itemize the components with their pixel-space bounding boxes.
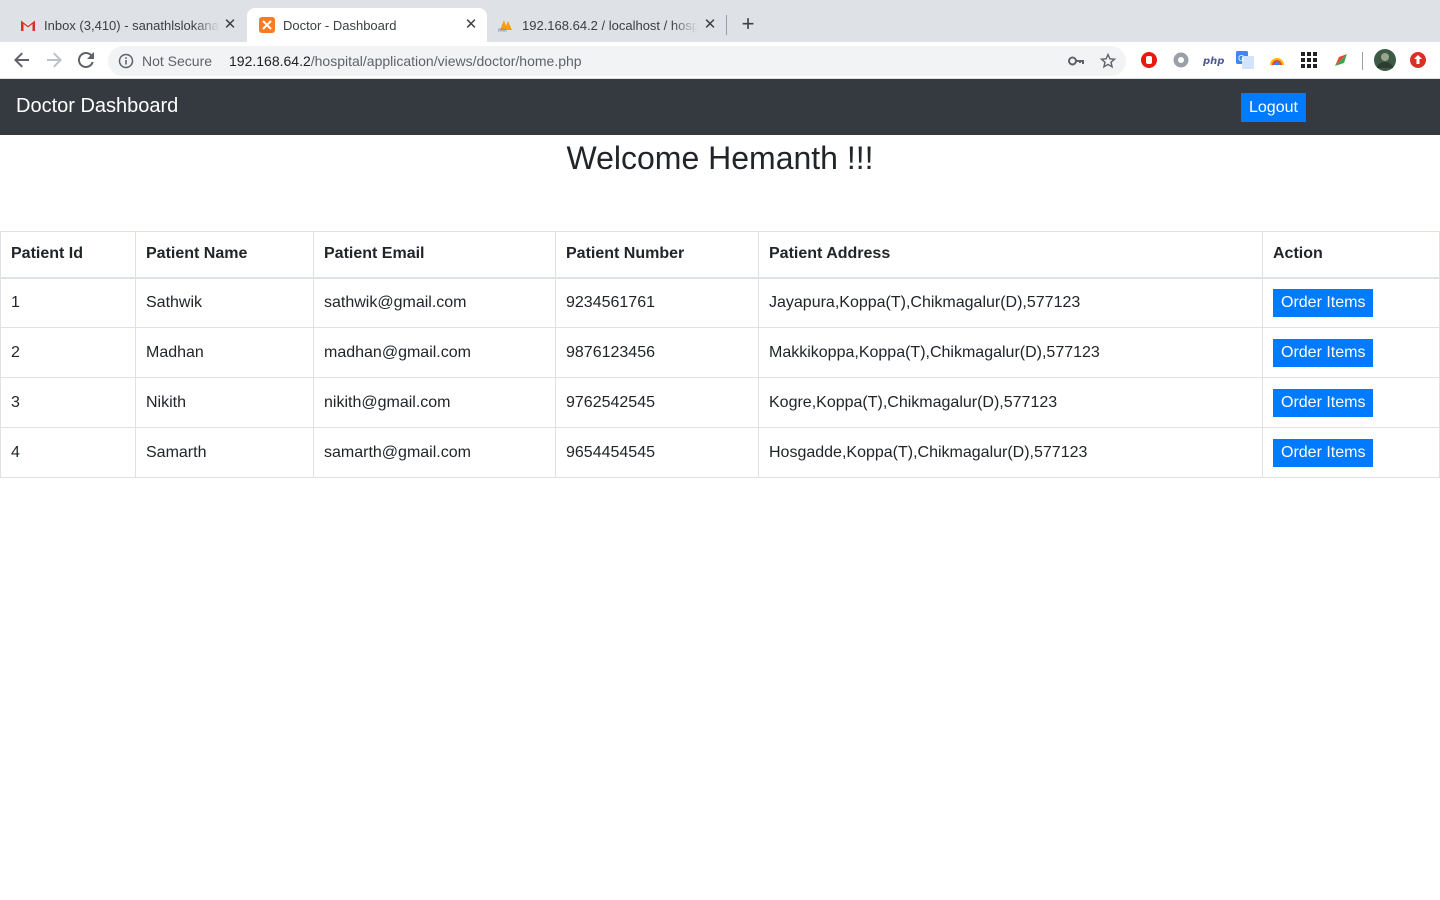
table-row: 2 Madhan madhan@gmail.com 9876123456 Mak… — [0, 327, 1440, 378]
browser-tabstrip: Inbox (3,410) - sanathlslokanath ✕ Docto… — [0, 0, 1440, 42]
logout-button[interactable]: Logout — [1241, 93, 1306, 122]
xampp-icon — [259, 17, 275, 33]
patient-address: Kogre,Koppa(T),Chikmagalur(D),577123 — [758, 377, 1263, 428]
tab-gmail[interactable]: Inbox (3,410) - sanathlslokanath ✕ — [0, 8, 246, 42]
patient-address: Jayapura,Koppa(T),Chikmagalur(D),577123 — [758, 277, 1263, 328]
patient-id: 1 — [0, 277, 136, 328]
address-bar[interactable]: Not Secure 192.168.64.2/hospital/applica… — [108, 46, 1126, 76]
navbar-brand[interactable]: Doctor Dashboard — [16, 95, 178, 118]
table-row: 3 Nikith nikith@gmail.com 9762542545 Kog… — [0, 377, 1440, 428]
patient-name: Samarth — [135, 427, 314, 478]
info-icon[interactable] — [118, 53, 134, 74]
svg-text:G: G — [1238, 54, 1244, 63]
php-icon[interactable]: php — [1202, 51, 1224, 69]
tab-phpmyadmin[interactable]: PMA 192.168.64.2 / localhost / hospital … — [488, 8, 726, 42]
patient-name: Madhan — [135, 327, 314, 378]
gear-extension-icon[interactable] — [1172, 51, 1190, 69]
tab-title: Doctor - Dashboard — [283, 17, 397, 33]
patient-name: Nikith — [135, 377, 314, 428]
rocket-extension-icon[interactable] — [1332, 51, 1350, 69]
patient-address: Makkikoppa,Koppa(T),Chikmagalur(D),57712… — [758, 327, 1263, 378]
apps-grid-icon[interactable] — [1300, 51, 1318, 69]
table-row: 1 Sathwik sathwik@gmail.com 9234561761 J… — [0, 277, 1440, 328]
order-items-button[interactable]: Order Items — [1273, 338, 1374, 367]
order-items-button[interactable]: Order Items — [1273, 438, 1374, 467]
close-icon[interactable]: ✕ — [463, 17, 479, 33]
close-icon[interactable]: ✕ — [702, 17, 718, 33]
tab-title: Inbox (3,410) - sanathlslokanath — [44, 17, 220, 33]
toolbar-divider — [1362, 52, 1363, 70]
url-path: /hospital/application/views/doctor/home.… — [310, 53, 582, 69]
google-translate-icon[interactable]: G — [1236, 51, 1254, 69]
patient-email: sathwik@gmail.com — [313, 277, 556, 328]
gmail-icon — [20, 17, 36, 33]
new-tab-button[interactable]: + — [736, 13, 760, 37]
patient-name: Sathwik — [135, 277, 314, 328]
tab-title: 192.168.64.2 / localhost / hospital — [522, 17, 698, 33]
column-header: Patient Address — [758, 231, 1263, 279]
star-icon[interactable] — [1099, 52, 1117, 74]
column-header: Patient Id — [0, 231, 136, 279]
column-header: Patient Name — [135, 231, 314, 279]
table-header-row: Patient Id Patient Name Patient Email Pa… — [0, 231, 1440, 279]
tab-divider — [726, 15, 727, 35]
update-icon[interactable] — [1409, 51, 1427, 69]
patient-email: samarth@gmail.com — [313, 427, 556, 478]
patient-email: nikith@gmail.com — [313, 377, 556, 428]
url-text: 192.168.64.2/hospital/application/views/… — [229, 53, 582, 69]
column-header: Action — [1262, 231, 1440, 279]
svg-text:php: php — [1202, 56, 1224, 66]
patient-email: madhan@gmail.com — [313, 327, 556, 378]
url-host: 192.168.64.2 — [229, 53, 311, 69]
tab-doctor-dashboard[interactable]: Doctor - Dashboard ✕ — [247, 8, 487, 42]
reload-icon[interactable] — [74, 48, 98, 72]
colorful-extension-icon[interactable] — [1268, 51, 1286, 69]
column-header: Patient Email — [313, 231, 556, 279]
action-cell: Order Items — [1262, 427, 1440, 478]
patient-id: 2 — [0, 327, 136, 378]
phpmyadmin-icon: PMA — [498, 17, 514, 33]
patient-id: 4 — [0, 427, 136, 478]
close-icon[interactable]: ✕ — [222, 17, 238, 33]
back-icon[interactable] — [10, 48, 34, 72]
order-items-button[interactable]: Order Items — [1273, 288, 1374, 317]
action-cell: Order Items — [1262, 277, 1440, 328]
order-items-button[interactable]: Order Items — [1273, 388, 1374, 417]
welcome-heading: Welcome Hemanth !!! — [566, 140, 874, 176]
column-header: Patient Number — [555, 231, 759, 279]
key-icon[interactable] — [1068, 53, 1084, 74]
avatar[interactable] — [1374, 49, 1396, 71]
patients-table: Patient Id Patient Name Patient Email Pa… — [0, 231, 1440, 478]
browser-toolbar: Not Secure 192.168.64.2/hospital/applica… — [0, 42, 1440, 79]
patient-number: 9234561761 — [555, 277, 759, 328]
action-cell: Order Items — [1262, 327, 1440, 378]
app-navbar: Doctor Dashboard Logout — [0, 79, 1440, 135]
action-cell: Order Items — [1262, 377, 1440, 428]
forward-icon[interactable] — [42, 48, 66, 72]
patient-address: Hosgadde,Koppa(T),Chikmagalur(D),577123 — [758, 427, 1263, 478]
security-label: Not Secure — [142, 53, 213, 69]
svg-text:PMA: PMA — [498, 28, 507, 32]
patient-number: 9654454545 — [555, 427, 759, 478]
table-row: 4 Samarth samarth@gmail.com 9654454545 H… — [0, 427, 1440, 478]
adblock-icon[interactable] — [1140, 51, 1158, 69]
patient-number: 9762542545 — [555, 377, 759, 428]
patient-number: 9876123456 — [555, 327, 759, 378]
patient-id: 3 — [0, 377, 136, 428]
